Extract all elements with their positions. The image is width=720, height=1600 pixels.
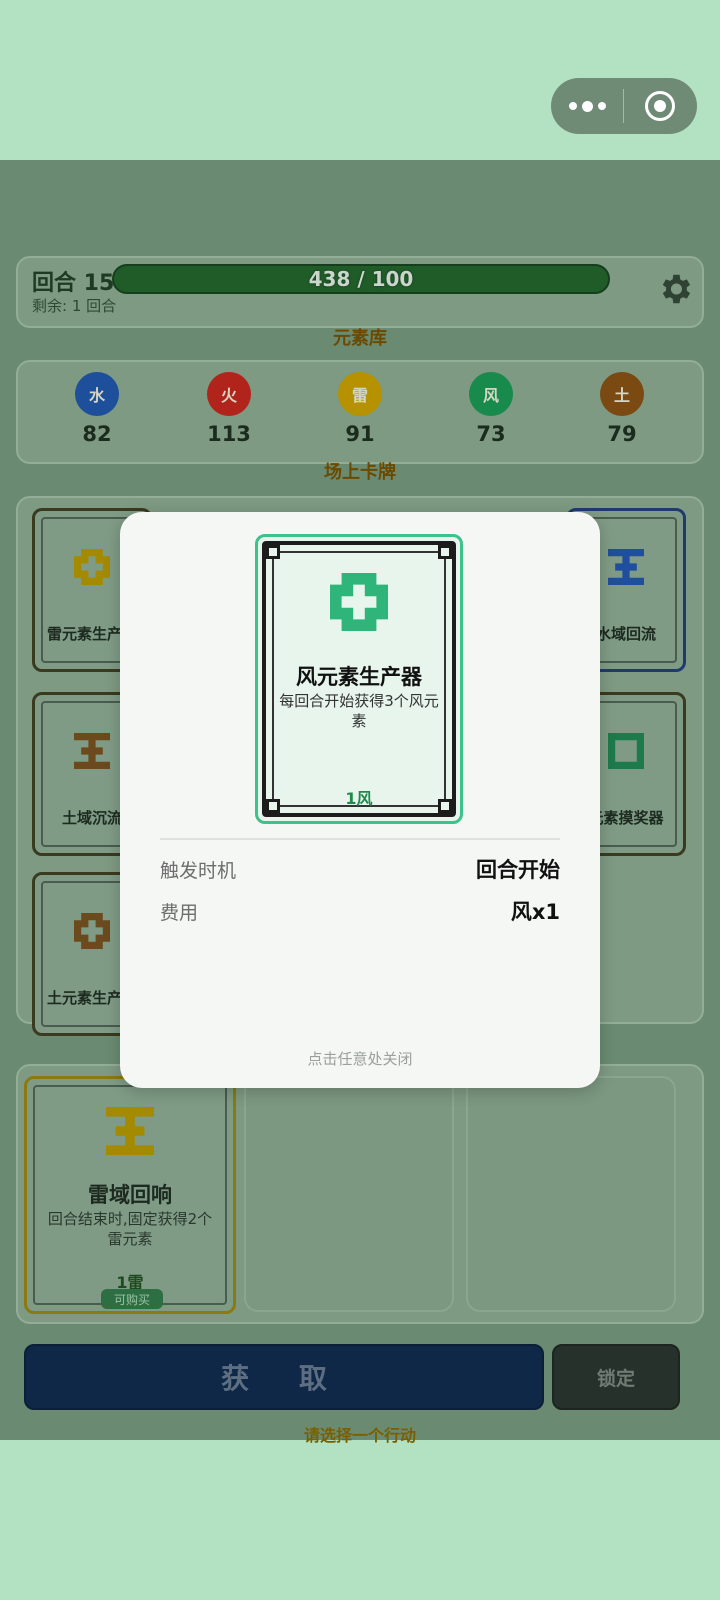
element-value: 79 [607,422,637,446]
shop-card[interactable]: 雷域回响 回合结束时,固定获得2个雷元素 1雷 可购买 [24,1076,236,1314]
wind-producer-card: 风元素生产器 每回合开始获得3个风元素 1风 [255,534,463,824]
element-thunder: 雷 91 [330,372,390,446]
thunder-icon: 雷 [338,372,382,416]
empty-shop-slot[interactable] [244,1076,454,1312]
thunder-producer-icon [74,549,110,585]
wind-producer-icon [330,573,388,631]
field-cards-title: 场上卡牌 [324,462,396,483]
shop-card-desc: 回合结束时,固定获得2个雷元素 [47,1210,213,1248]
more-menu-button[interactable] [551,78,623,134]
round-label: 回合 15 [32,271,115,296]
target-icon [645,91,675,121]
acquire-button[interactable]: 获 取 [24,1344,544,1410]
shop-card-name: 雷域回响 [88,1183,172,1207]
fire-icon: 火 [207,372,251,416]
purchasable-badge: 可购买 [101,1289,163,1309]
close-program-button[interactable] [624,91,696,121]
empty-shop-slot[interactable] [466,1076,676,1312]
thunder-echo-icon [106,1107,154,1155]
modal-divider [160,838,560,840]
trigger-value: 回合开始 [476,858,560,882]
progress-text: 438 / 100 [308,267,414,291]
frame-corner [266,545,280,559]
modal-card-cost: 1风 [345,789,373,808]
element-wind: 风 73 [461,372,521,446]
close-hint: 点击任意处关闭 [307,1050,413,1068]
card-detail-modal[interactable]: 风元素生产器 每回合开始获得3个风元素 1风 触发时机 回合开始 费用 风x1 … [120,512,600,1088]
earth-producer-icon [74,913,110,949]
water-icon: 水 [75,372,119,416]
cost-value: 风x1 [510,900,560,924]
modal-card-name: 风元素生产器 [296,665,422,689]
cost-label: 费用 [160,902,199,924]
element-water: 水 82 [67,372,127,446]
earth-icon: 土 [600,372,644,416]
modal-card-desc: 每回合开始获得3个风元素 [279,692,439,730]
frame-corner [438,545,452,559]
element-fire: 火 113 [199,372,259,446]
earth-flow-icon [74,733,110,769]
lottery-icon [608,733,644,769]
miniprogram-capsule [551,78,697,134]
element-value: 82 [82,422,112,446]
water-flow-icon [608,549,644,585]
element-value: 91 [345,422,375,446]
score-progress-bar: 438 / 100 [112,264,610,294]
element-pool-title: 元素库 [333,328,387,349]
lock-button[interactable]: 锁定 [552,1344,680,1410]
action-hint: 请选择一个行动 [303,1426,416,1445]
element-value: 113 [207,422,251,446]
wind-icon: 风 [469,372,513,416]
trigger-label: 触发时机 [160,860,237,882]
element-earth: 土 79 [592,372,652,446]
remaining-rounds: 剩余: 1 回合 [32,297,117,315]
gear-icon[interactable] [656,270,694,308]
element-value: 73 [476,422,506,446]
